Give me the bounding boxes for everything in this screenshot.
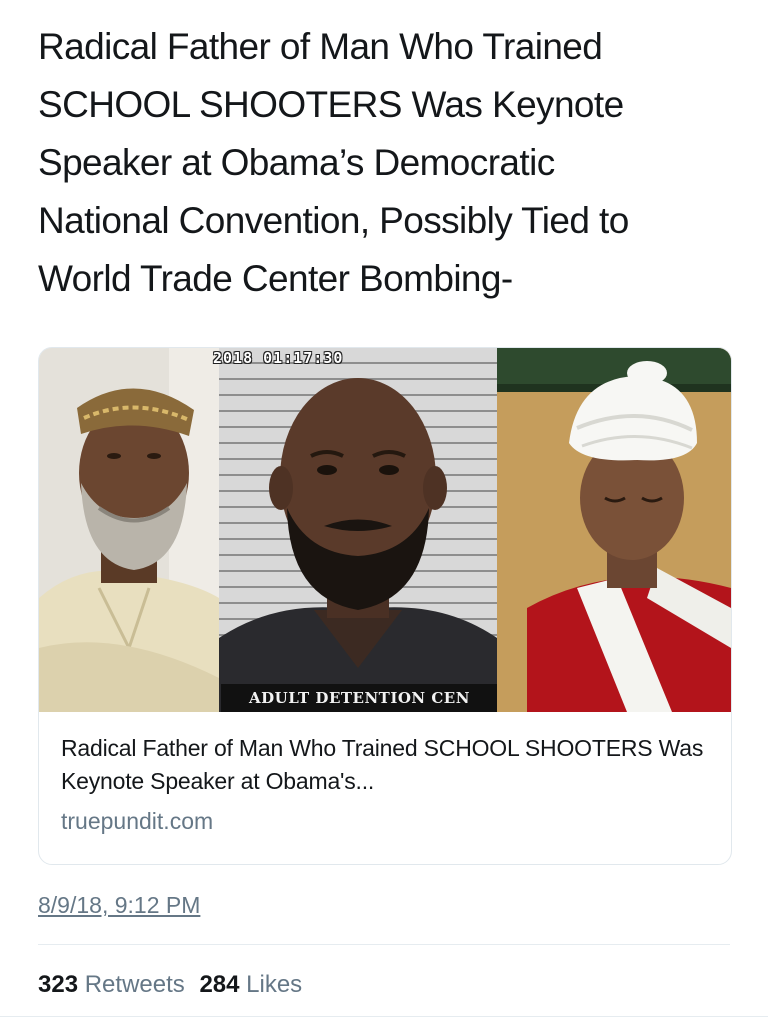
tweet-text: Radical Father of Man Who Trained SCHOOL… [38,26,629,299]
tweet-stats: 323 Retweets 284 Likes [38,970,310,1000]
detention-caption-bar: ADULT DETENTION CEN [221,684,497,712]
likes-label: Likes [246,971,303,998]
likes-stat[interactable]: 284 Likes [199,971,302,998]
man-in-white-turban-photo [497,348,731,712]
retweets-stat[interactable]: 323 Retweets [38,971,191,998]
card-title: Radical Father of Man Who Trained SCHOOL… [61,735,704,794]
stats-divider [38,944,730,945]
retweets-count: 323 [38,971,79,998]
timestamp-stamp: 2018 01:17:30 [213,349,344,367]
card-body: Radical Father of Man Who Trained SCHOOL… [39,712,731,836]
card-domain: truepundit.com [61,808,214,834]
card-image-collage: 2018 01:17:30 ADULT DETENTION CEN [39,348,731,712]
link-preview-card[interactable]: 2018 01:17:30 ADULT DETENTION CEN Radica… [38,347,732,865]
older-man-in-kufi-photo [39,348,219,712]
bottom-divider [0,1016,768,1017]
detention-caption: ADULT DETENTION CEN [249,689,470,707]
mugshot-photo [219,348,497,712]
tweet-timestamp-link[interactable]: 8/9/18, 9:12 PM [38,890,200,920]
retweets-label: Retweets [84,971,185,998]
likes-count: 284 [199,971,240,998]
